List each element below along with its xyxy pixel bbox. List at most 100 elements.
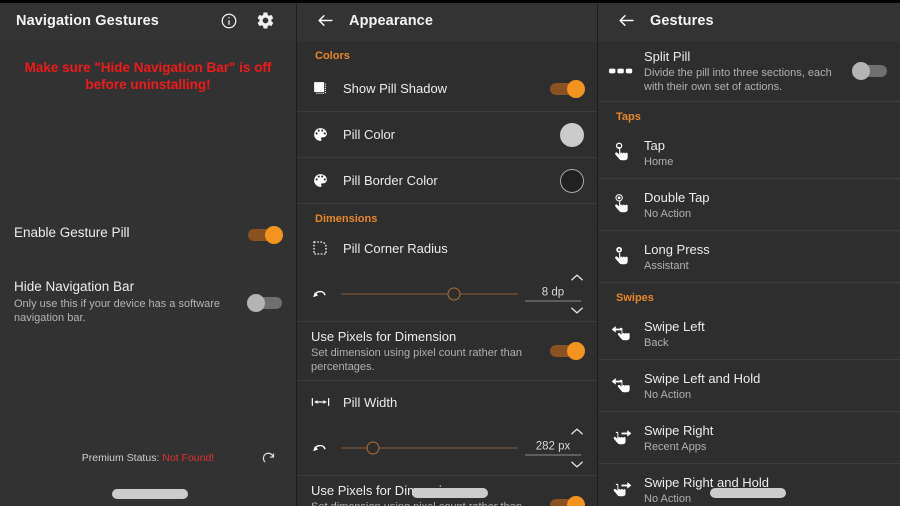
section-label-dimensions: Dimensions [297,204,598,229]
swipe-right-hold-icon [598,480,644,499]
chevron-down-icon[interactable] [570,306,584,315]
pill-border-color-swatch[interactable] [560,169,584,193]
gesture-action: No Action [644,207,891,221]
row-subtitle: Divide the pill into three sections, eac… [644,66,842,94]
row-pill-color[interactable]: Pill Color [297,112,598,158]
back-arrow-icon[interactable] [608,3,644,39]
section-label-taps: Taps [598,102,900,127]
nav-pill-right[interactable] [710,488,786,498]
section-label-swipes: Swipes [598,283,900,308]
corner-radius-icon [297,240,343,256]
undo-icon[interactable] [311,440,328,457]
row-gesture-swipe-left[interactable]: Swipe Left Back [598,308,900,360]
chevron-up-icon[interactable] [570,427,584,436]
premium-status-bar: Premium Status: Not Found! [0,452,296,464]
chevron-down-icon[interactable] [570,460,584,469]
gestures-title: Gestures [650,13,714,29]
swipe-right-icon [598,428,644,447]
nav-pill-mid[interactable] [412,488,488,498]
row-split-pill[interactable]: Split Pill Divide the pill into three se… [598,41,900,101]
chevron-up-icon[interactable] [570,273,584,282]
show-pill-shadow-toggle[interactable] [550,82,584,96]
premium-status-label: Premium Status: Not Found! [82,452,214,464]
premium-status-value: Not Found! [162,452,214,464]
corner-radius-slider-track[interactable] [341,294,518,295]
row-gesture-swipe-right[interactable]: Swipe Right Recent Apps [598,412,900,464]
hide-navigation-bar-toggle[interactable] [248,296,282,310]
row-gesture-tap[interactable]: Tap Home [598,127,900,179]
gesture-title: Swipe Left [644,318,891,336]
gesture-title: Double Tap [644,189,891,207]
row-pill-width[interactable]: Pill Width [297,383,598,421]
long-press-icon [598,246,644,267]
use-pixels-toggle-1[interactable] [550,344,584,358]
row-pill-corner-radius[interactable]: Pill Corner Radius [297,229,598,267]
refresh-icon[interactable] [261,451,276,466]
pill-color-swatch[interactable] [560,123,584,147]
status-bar-strip [0,0,900,3]
pill-corner-radius-slider-row[interactable]: 8 dp [297,267,598,322]
enable-gesture-pill-toggle[interactable] [248,228,282,242]
row-pill-border-color[interactable]: Pill Border Color [297,158,598,204]
pill-width-slider-thumb[interactable] [367,442,380,455]
row-show-pill-shadow[interactable]: Show Pill Shadow [297,66,598,112]
left-panel: Navigation Gestures Make sure "Hide Navi… [0,0,296,506]
corner-radius-slider-thumb[interactable] [448,288,461,301]
undo-icon[interactable] [311,286,328,303]
pill-width-slider-row[interactable]: 282 px [297,421,598,476]
row-gesture-double-tap[interactable]: Double Tap No Action [598,179,900,231]
gear-icon[interactable] [248,4,282,38]
premium-status-text: Premium Status: [82,452,160,464]
nav-pill-left[interactable] [112,489,188,499]
gesture-action: Home [644,155,891,169]
app-screenshot: Navigation Gestures Make sure "Hide Navi… [0,0,900,506]
split-pill-toggle[interactable] [853,64,887,78]
gestures-panel: Gestures Split Pill Divide the pill into… [597,0,900,506]
corner-radius-value[interactable]: 8 dp [525,287,581,302]
row-title: Pill Border Color [343,172,588,190]
row-subtitle: Set dimension using pixel count rather t… [311,346,531,374]
gesture-title: Swipe Left and Hold [644,370,891,388]
appearance-panel: Appearance Colors Show Pill Shadow [296,0,598,506]
pill-shadow-icon [297,80,343,97]
appearance-title: Appearance [349,13,433,29]
swipe-left-icon [598,324,644,343]
split-pill-icon [598,67,644,75]
row-title: Pill Color [343,126,588,144]
setting-subtitle: Only use this if your device has a softw… [14,297,246,325]
gesture-title: Long Press [644,241,891,259]
row-use-pixels-dimension-1[interactable]: Use Pixels for Dimension Set dimension u… [297,322,598,381]
setting-enable-gesture-pill[interactable]: Enable Gesture Pill [0,215,296,255]
gesture-title: Tap [644,137,891,155]
setting-title: Hide Navigation Bar [14,277,282,296]
row-gesture-swipe-left-hold[interactable]: Swipe Left and Hold No Action [598,360,900,412]
use-pixels-toggle-2[interactable] [550,498,584,506]
gestures-appbar: Gestures [598,0,900,41]
left-appbar: Navigation Gestures [0,0,296,41]
row-title: Use Pixels for Dimension [311,328,588,346]
gesture-action: No Action [644,388,891,402]
back-arrow-icon[interactable] [307,3,343,39]
uninstall-warning: Make sure "Hide Navigation Bar" is off b… [10,59,286,93]
gesture-action: Back [644,336,891,350]
info-icon[interactable] [212,4,246,38]
double-tap-icon [598,194,644,215]
palette-icon [297,172,343,189]
palette-icon [297,126,343,143]
gesture-title: Swipe Right [644,422,891,440]
appearance-appbar: Appearance [297,0,598,41]
page-title: Navigation Gestures [16,13,159,29]
tap-icon [598,142,644,163]
width-arrows-icon [297,395,343,409]
pill-width-value[interactable]: 282 px [525,441,581,456]
row-gesture-long-press[interactable]: Long Press Assistant [598,231,900,283]
setting-hide-navigation-bar[interactable]: Hide Navigation Bar Only use this if you… [0,269,296,333]
gesture-action: Assistant [644,259,891,273]
setting-title: Enable Gesture Pill [14,223,282,242]
row-subtitle: Set dimension using pixel count rather t… [311,500,531,506]
swipe-left-hold-icon [598,376,644,395]
row-title: Pill Width [343,395,397,410]
gesture-action: Recent Apps [644,440,891,454]
row-gesture-swipe-right-hold[interactable]: Swipe Right and Hold No Action [598,464,900,506]
section-label-colors: Colors [297,41,598,66]
